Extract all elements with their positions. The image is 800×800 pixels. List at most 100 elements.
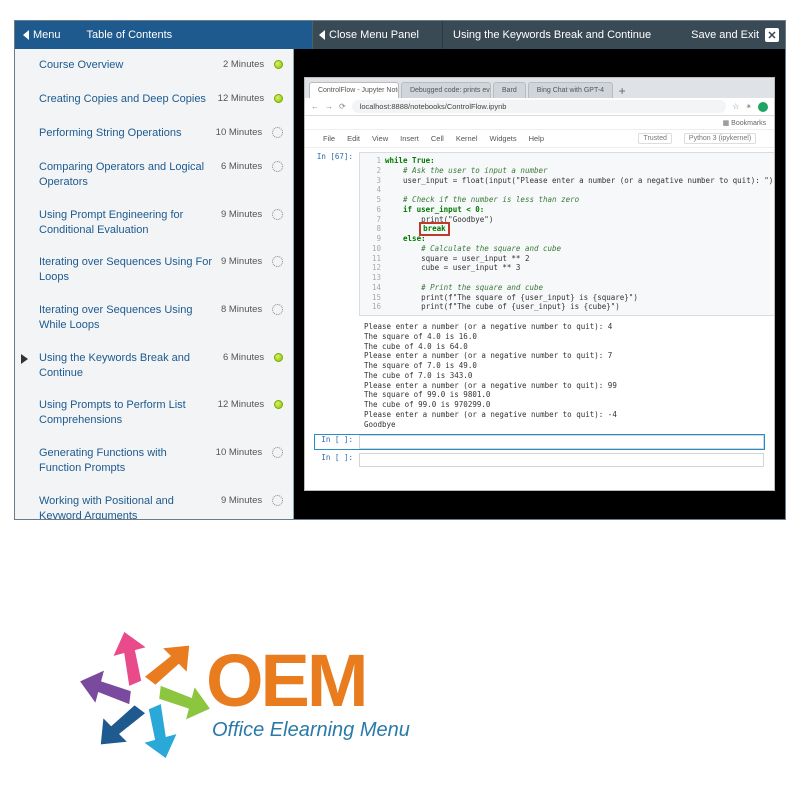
- learning-app: Menu Table of Contents Close Menu Panel …: [14, 20, 786, 520]
- jupyter-menu-item[interactable]: Widgets: [490, 134, 517, 143]
- toc-item-label: Iterating over Sequences Using While Loo…: [39, 303, 221, 333]
- address-input[interactable]: localhost:8888/notebooks/ControlFlow.ipy…: [352, 100, 727, 113]
- bookmarks-label[interactable]: ▦ Bookmarks: [723, 119, 767, 127]
- toc-item-duration: 10 Minutes: [216, 447, 262, 458]
- logo-text: OEM Office Elearning Menu: [206, 648, 410, 742]
- status-progress-icon: [272, 447, 283, 458]
- close-panel-label: Close Menu Panel: [329, 29, 419, 41]
- output-cell: Please enter a number (or a negative num…: [315, 320, 764, 431]
- close-icon: ✕: [765, 28, 779, 42]
- toc-item[interactable]: Using Prompt Engineering for Conditional…: [15, 199, 293, 247]
- browser-tab[interactable]: ControlFlow - Jupyter Noteb: [309, 82, 399, 98]
- save-exit-label: Save and Exit: [691, 29, 759, 41]
- chevron-left-icon: [23, 30, 29, 40]
- toc-item-label: Using Prompt Engineering for Conditional…: [39, 208, 221, 238]
- browser-tab[interactable]: Bard: [493, 82, 526, 98]
- address-bar-row: ← → ⟳ localhost:8888/notebooks/ControlFl…: [305, 98, 774, 116]
- empty-cell[interactable]: In [ ]:: [315, 435, 764, 449]
- profile-avatar[interactable]: [758, 102, 768, 112]
- toc-sidebar[interactable]: Course Overview 2 Minutes Creating Copie…: [15, 49, 294, 519]
- ext-icon[interactable]: ✴: [745, 102, 752, 111]
- status-done-icon: [274, 400, 283, 409]
- status-done-icon: [274, 94, 283, 103]
- lesson-title-bar: Using the Keywords Break and Continue: [443, 21, 685, 49]
- toc-item[interactable]: Iterating over Sequences Using While Loo…: [15, 294, 293, 342]
- notebook-body[interactable]: In [67]: 1while True:2 # Ask the user to…: [305, 148, 774, 490]
- brand-logo: OEM Office Elearning Menu: [80, 630, 410, 760]
- jupyter-menu-item[interactable]: View: [372, 134, 388, 143]
- toc-item-duration: 12 Minutes: [218, 399, 264, 410]
- toc-item-label: Using Prompts to Perform List Comprehens…: [39, 398, 218, 428]
- lesson-title: Using the Keywords Break and Continue: [453, 29, 651, 41]
- jupyter-menu: File Edit View Insert Cell Kernel Widgets Help T…: [305, 130, 774, 148]
- toc-item-label: Iterating over Sequences Using For Loops: [39, 255, 221, 285]
- jupyter-menu-item[interactable]: Cell: [431, 134, 444, 143]
- toc-item[interactable]: Working with Positional and Keyword Argu…: [15, 485, 293, 519]
- logo-tagline: Office Elearning Menu: [212, 719, 410, 742]
- menu-label: Menu: [33, 29, 61, 41]
- toc-item[interactable]: Iterating over Sequences Using For Loops…: [15, 246, 293, 294]
- toc-item-duration: 10 Minutes: [216, 127, 262, 138]
- code-cell[interactable]: In [67]: 1while True:2 # Ask the user to…: [315, 152, 764, 316]
- toc-item[interactable]: Creating Copies and Deep Copies 12 Minut…: [15, 83, 293, 117]
- toc-item-duration: 2 Minutes: [223, 59, 264, 70]
- jupyter-menu-item[interactable]: Help: [529, 134, 544, 143]
- status-progress-icon: [272, 127, 283, 138]
- toc-item[interactable]: Using Prompts to Perform List Comprehens…: [15, 389, 293, 437]
- status-progress-icon: [272, 209, 283, 220]
- code-block: 1while True:2 # Ask the user to input a …: [359, 152, 774, 316]
- new-tab-button[interactable]: +: [615, 84, 629, 98]
- status-progress-icon: [272, 161, 283, 172]
- kernel-badge: Python 3 (ipykernel): [684, 133, 756, 144]
- nav-back-icon[interactable]: ←: [311, 102, 319, 111]
- jupyter-menu-item[interactable]: Kernel: [456, 134, 478, 143]
- toc-item-label: Generating Functions with Function Promp…: [39, 446, 216, 476]
- save-exit-button[interactable]: Save and Exit ✕: [685, 21, 785, 49]
- close-panel-button[interactable]: Close Menu Panel: [313, 21, 443, 49]
- status-progress-icon: [272, 304, 283, 315]
- toc-item[interactable]: Comparing Operators and Logical Operator…: [15, 151, 293, 199]
- browser-tabs: ControlFlow - Jupyter NotebDebugged code…: [305, 78, 774, 98]
- toc-item-duration: 12 Minutes: [218, 93, 264, 104]
- toc-item-label: Course Overview: [39, 58, 223, 73]
- nav-fwd-icon[interactable]: →: [325, 102, 333, 111]
- output-block: Please enter a number (or a negative num…: [359, 320, 764, 431]
- cell-prompt: In [67]:: [315, 152, 359, 316]
- reload-icon[interactable]: ⟳: [339, 102, 346, 111]
- toc-item[interactable]: Using the Keywords Break and Continue 6 …: [15, 342, 293, 390]
- toc-item-duration: 8 Minutes: [221, 304, 262, 315]
- browser-tab[interactable]: Bing Chat with GPT-4: [528, 82, 613, 98]
- toc-item-label: Working with Positional and Keyword Argu…: [39, 494, 221, 519]
- toc-item-duration: 9 Minutes: [221, 209, 262, 220]
- jupyter-menu-item[interactable]: Insert: [400, 134, 419, 143]
- browser-window: ControlFlow - Jupyter NotebDebugged code…: [304, 77, 775, 491]
- toc-item[interactable]: Course Overview 2 Minutes: [15, 49, 293, 83]
- toc-item[interactable]: Generating Functions with Function Promp…: [15, 437, 293, 485]
- star-icon[interactable]: ☆: [732, 102, 739, 111]
- video-area: ControlFlow - Jupyter NotebDebugged code…: [294, 49, 785, 519]
- toc-item-label: Using the Keywords Break and Continue: [39, 351, 223, 381]
- toc-item[interactable]: Performing String Operations 10 Minutes: [15, 117, 293, 151]
- toc-item-duration: 6 Minutes: [221, 161, 262, 172]
- toc-item-label: Performing String Operations: [39, 126, 216, 141]
- status-done-icon: [274, 60, 283, 69]
- top-bar: Menu Table of Contents Close Menu Panel …: [15, 21, 785, 49]
- chevron-left-icon: [319, 30, 325, 40]
- app-body: Course Overview 2 Minutes Creating Copie…: [15, 49, 785, 519]
- jupyter-menu-item[interactable]: File: [323, 134, 335, 143]
- toc-item-duration: 6 Minutes: [223, 352, 264, 363]
- trusted-badge: Trusted: [638, 133, 671, 144]
- toc-item-label: Comparing Operators and Logical Operator…: [39, 160, 221, 190]
- status-done-icon: [274, 353, 283, 362]
- browser-tab[interactable]: Debugged code: prints even n: [401, 82, 491, 98]
- toc-item-duration: 9 Minutes: [221, 256, 262, 267]
- logo-title: OEM: [206, 648, 410, 715]
- empty-cell[interactable]: In [ ]:: [315, 453, 764, 467]
- menu-button[interactable]: Menu: [15, 29, 69, 41]
- toc-item-duration: 9 Minutes: [221, 495, 262, 506]
- status-progress-icon: [272, 256, 283, 267]
- bookmarks-row: ▦ Bookmarks: [305, 116, 774, 130]
- jupyter-menu-item[interactable]: Edit: [347, 134, 360, 143]
- status-progress-icon: [272, 495, 283, 506]
- toc-title: Table of Contents: [69, 29, 173, 41]
